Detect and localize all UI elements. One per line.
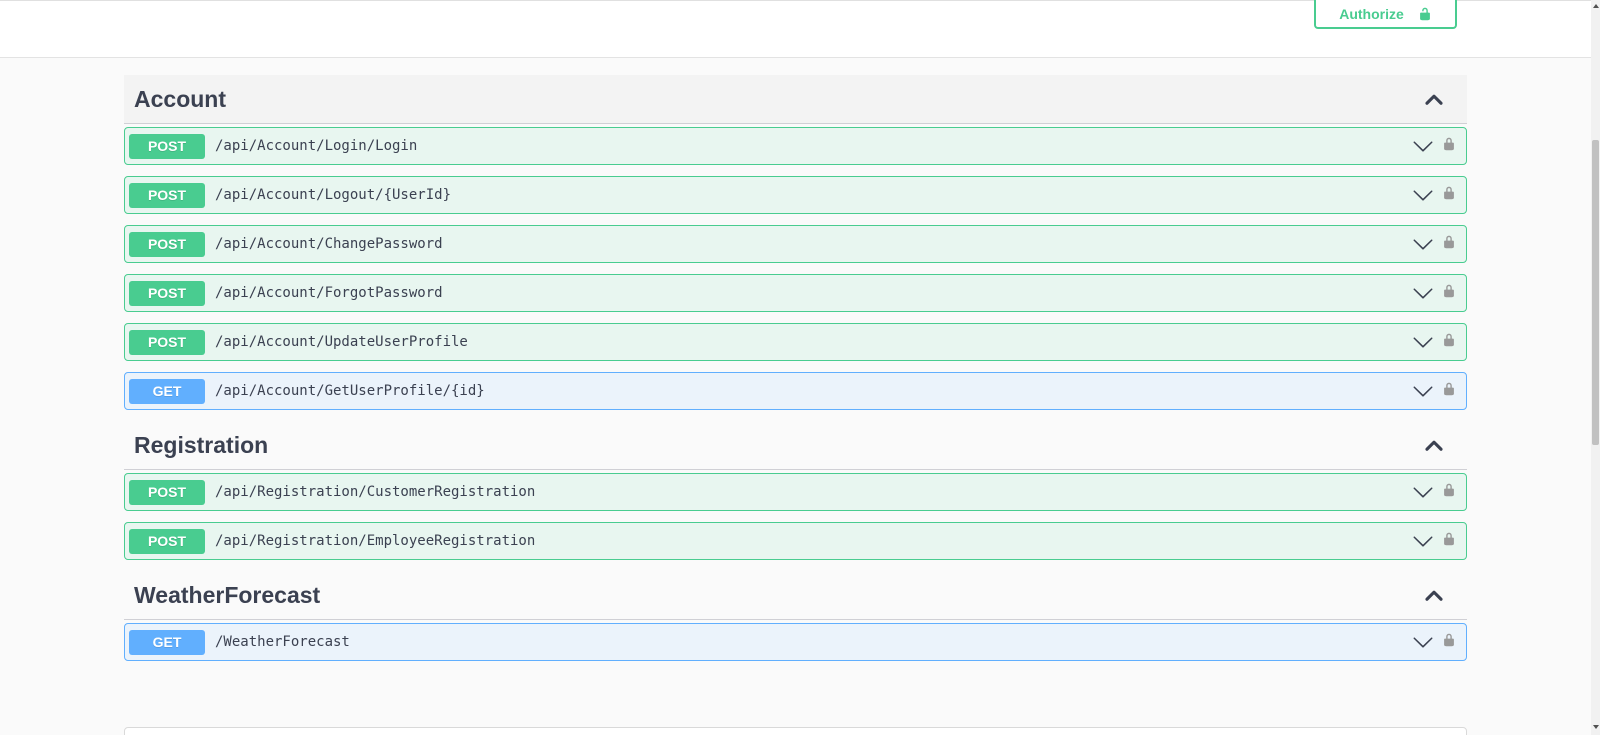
- lock-icon[interactable]: [1442, 137, 1456, 155]
- scroll-up-arrow-icon[interactable]: [1593, 4, 1599, 8]
- tag-section-registration: Registration POST/api/Registration/Custom…: [124, 421, 1467, 560]
- chevron-up-icon[interactable]: [1423, 434, 1445, 456]
- operation-row[interactable]: POST/api/Account/Logout/{UserId}: [124, 176, 1467, 214]
- operation-row[interactable]: POST/api/Account/ChangePassword: [124, 225, 1467, 263]
- lock-icon[interactable]: [1442, 382, 1456, 400]
- lock-icon[interactable]: [1442, 235, 1456, 253]
- top-bar: Authorize: [0, 0, 1591, 58]
- tag-title: Account: [134, 85, 226, 112]
- scrollbar-thumb[interactable]: [1592, 140, 1599, 445]
- lock-icon[interactable]: [1442, 186, 1456, 204]
- chevron-down-icon[interactable]: [1412, 135, 1434, 157]
- method-badge: POST: [129, 528, 205, 554]
- operation-path: /api/Account/Logout/{UserId}: [215, 187, 452, 203]
- chevron-down-icon[interactable]: [1412, 481, 1434, 503]
- scroll-down-arrow-icon[interactable]: [1593, 725, 1599, 729]
- operation-row[interactable]: GET/WeatherForecast: [124, 623, 1467, 661]
- chevron-down-icon[interactable]: [1412, 530, 1434, 552]
- operation-row[interactable]: POST/api/Account/Login/Login: [124, 127, 1467, 165]
- tag-section-weatherforecast: WeatherForecast GET/WeatherForecast: [124, 571, 1467, 661]
- method-badge: POST: [129, 479, 205, 505]
- tag-header[interactable]: Account: [124, 75, 1467, 124]
- chevron-down-icon[interactable]: [1412, 631, 1434, 653]
- chevron-down-icon[interactable]: [1412, 380, 1434, 402]
- method-badge: POST: [129, 329, 205, 355]
- operation-row[interactable]: POST/api/Registration/CustomerRegistrati…: [124, 473, 1467, 511]
- schemas-section: [124, 727, 1467, 735]
- tag-title: WeatherForecast: [134, 581, 321, 608]
- operation-path: /api/Account/ForgotPassword: [215, 285, 443, 301]
- operation-row[interactable]: POST/api/Account/ForgotPassword: [124, 274, 1467, 312]
- method-badge: POST: [129, 231, 205, 257]
- chevron-down-icon[interactable]: [1412, 282, 1434, 304]
- chevron-down-icon[interactable]: [1412, 184, 1434, 206]
- method-badge: POST: [129, 182, 205, 208]
- chevron-up-icon[interactable]: [1423, 584, 1445, 606]
- method-badge: GET: [129, 378, 205, 404]
- authorize-label: Authorize: [1339, 6, 1404, 22]
- operation-path: /WeatherForecast: [215, 634, 350, 650]
- method-badge: POST: [129, 280, 205, 306]
- operations-list: Account POST/api/Account/Login/Login POST /…: [124, 75, 1467, 672]
- operation-row[interactable]: POST/api/Account/UpdateUserProfile: [124, 323, 1467, 361]
- method-badge: POST: [129, 133, 205, 159]
- operation-row[interactable]: POST/api/Registration/EmployeeRegistrati…: [124, 522, 1467, 560]
- operation-path: /api/Account/Login/Login: [215, 138, 418, 154]
- authorize-button[interactable]: Authorize: [1314, 0, 1457, 29]
- lock-icon: [1419, 7, 1430, 21]
- operation-path: /api/Registration/CustomerRegistration: [215, 484, 536, 500]
- lock-icon[interactable]: [1442, 532, 1456, 550]
- tag-header[interactable]: WeatherForecast: [124, 571, 1467, 620]
- tag-title: Registration: [134, 431, 269, 458]
- operation-path: /api/Account/GetUserProfile/{id}: [215, 383, 485, 399]
- operation-path: /api/Account/UpdateUserProfile: [215, 334, 468, 350]
- chevron-up-icon[interactable]: [1423, 88, 1445, 110]
- chevron-down-icon[interactable]: [1412, 331, 1434, 353]
- lock-icon[interactable]: [1442, 633, 1456, 651]
- operation-path: /api/Registration/EmployeeRegistration: [215, 533, 536, 549]
- tag-header[interactable]: Registration: [124, 421, 1467, 470]
- lock-icon[interactable]: [1442, 284, 1456, 302]
- scrollbar[interactable]: [1591, 0, 1600, 735]
- tag-section-account: Account POST/api/Account/Login/Login POST /…: [124, 75, 1467, 410]
- operation-row[interactable]: GET/api/Account/GetUserProfile/{id}: [124, 372, 1467, 410]
- chevron-down-icon[interactable]: [1412, 233, 1434, 255]
- method-badge: GET: [129, 629, 205, 655]
- operation-path: /api/Account/ChangePassword: [215, 236, 443, 252]
- lock-icon[interactable]: [1442, 333, 1456, 351]
- lock-icon[interactable]: [1442, 483, 1456, 501]
